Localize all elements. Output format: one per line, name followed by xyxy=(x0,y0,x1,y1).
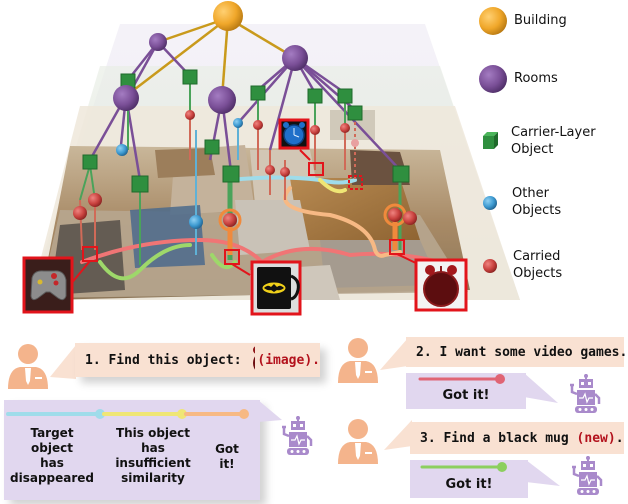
callout-alarm-clock-red xyxy=(414,258,468,312)
other-object-node xyxy=(189,215,203,229)
status-insufficient-similarity: This object has insufficient similarity xyxy=(115,426,191,485)
building-node xyxy=(213,1,243,31)
carrier-cube xyxy=(182,69,198,85)
callout-batman-mug xyxy=(250,260,302,316)
robot-reply-3: Got it! xyxy=(410,460,528,498)
robot-icon xyxy=(568,374,601,415)
progress-track-q3 xyxy=(420,462,507,472)
carried-object-node xyxy=(88,193,102,207)
carried-object-node xyxy=(185,110,195,120)
carried-object-sphere-icon xyxy=(483,259,497,273)
carrier-cube xyxy=(347,105,363,121)
new-tag: (new) xyxy=(576,430,616,446)
got-it-label: Got it! xyxy=(442,388,490,403)
carrier-cube xyxy=(307,88,323,104)
legend-label-rooms: Rooms xyxy=(514,71,558,86)
legend-label-carrier: Carrier-Layer Object xyxy=(511,125,596,157)
user-message-1: 1. Find this object: (image). xyxy=(75,343,320,377)
carrier-cube xyxy=(82,154,98,170)
carried-object-node xyxy=(253,120,263,130)
other-object-node xyxy=(116,144,128,156)
room-node xyxy=(208,86,236,114)
other-object-node xyxy=(233,118,243,128)
red-alarm-clock-thumbnail xyxy=(252,346,256,371)
user-message-3: 3. Find a black mug (new). xyxy=(410,422,624,454)
carried-object-node xyxy=(403,211,417,225)
speech-tail xyxy=(384,420,412,450)
red-alarm-clock-icon xyxy=(423,271,459,307)
speech-tail xyxy=(524,373,558,403)
carried-object-node xyxy=(340,123,350,133)
user-message-2: 2. I want some video games. xyxy=(406,337,627,367)
user-avatar-icon xyxy=(8,344,48,389)
carried-object-node xyxy=(265,165,275,175)
progress-marker xyxy=(497,462,507,472)
carrier-cube xyxy=(222,165,240,183)
other-object-sphere-icon xyxy=(483,196,497,210)
progress-track-q1 xyxy=(6,409,249,419)
image-tag: (image). xyxy=(257,352,320,368)
speech-tail xyxy=(50,345,76,379)
speech-tail xyxy=(380,338,408,370)
carried-object-node-faded xyxy=(351,139,359,147)
robot-reply-2: Got it! xyxy=(406,373,526,409)
carrier-cube xyxy=(250,85,266,101)
progress-track-q2 xyxy=(418,374,505,384)
carried-object-node xyxy=(73,206,87,220)
legend-label-building: Building xyxy=(514,13,567,28)
progress-marker-got-it xyxy=(239,409,249,419)
got-it-label: Got it! xyxy=(445,477,493,492)
carrier-cube xyxy=(204,139,220,155)
legend-building xyxy=(478,6,508,36)
rooms-sphere-icon xyxy=(479,65,507,93)
carried-object-node xyxy=(310,125,320,135)
legend-rooms xyxy=(478,64,508,94)
room-node xyxy=(113,85,139,111)
legend-other xyxy=(482,195,498,211)
status-target-disappeared: Target object has disappeared xyxy=(10,426,95,485)
legend-label-other: Other Objects xyxy=(512,186,562,218)
robot-icon xyxy=(570,456,603,497)
carrier-cube xyxy=(131,175,149,193)
legend-carrier xyxy=(480,130,500,150)
callout-alarm-clock-blue xyxy=(278,118,310,150)
carrier-cube xyxy=(337,88,353,104)
room-node xyxy=(149,33,167,51)
legend-carried xyxy=(482,258,498,274)
speech-tail xyxy=(526,460,560,486)
robot-reply-1: Target object has disappeared This objec… xyxy=(4,400,260,500)
user-avatar-icon xyxy=(338,338,378,383)
user-avatar-icon xyxy=(338,419,378,464)
progress-marker xyxy=(495,374,505,384)
robot-icon xyxy=(280,416,313,457)
carrier-cube-icon xyxy=(483,132,498,149)
carried-object-node xyxy=(280,167,290,177)
building-sphere-icon xyxy=(479,7,507,35)
callout-game-controller xyxy=(22,256,74,314)
carrier-cube xyxy=(392,165,410,183)
room-node xyxy=(282,45,308,71)
legend-label-carried: Carried Objects xyxy=(513,249,563,281)
status-got-it: Got it! xyxy=(215,442,239,471)
